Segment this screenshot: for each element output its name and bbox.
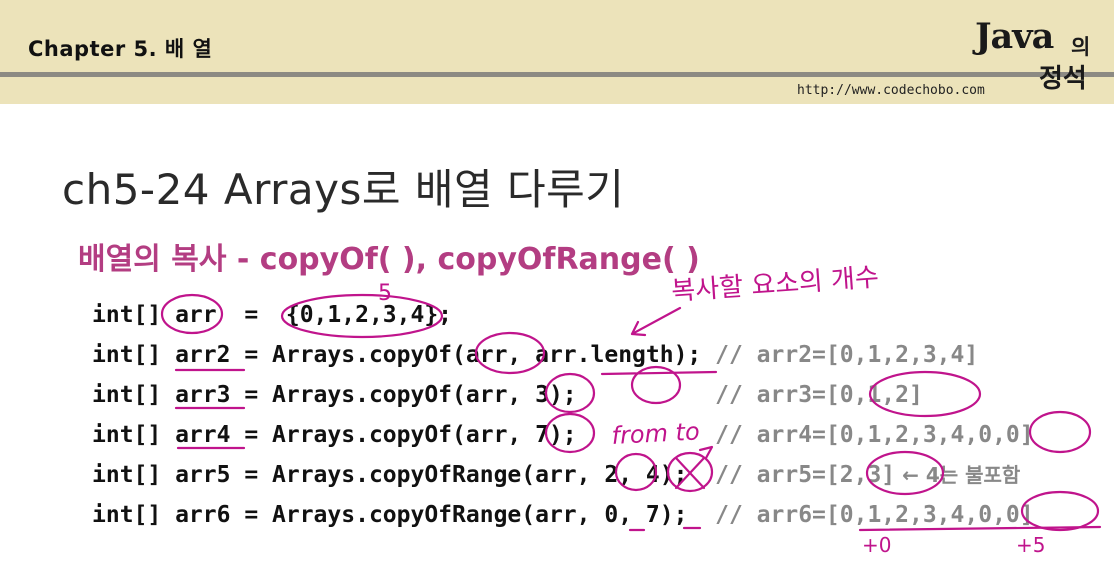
code-line-6: int[] arr6 = Arrays.copyOfRange(arr, 0, …	[92, 496, 1034, 536]
exclusion-note: ← 4는 불포함	[895, 463, 1021, 487]
code-line-1: int[] arr = {0,1,2,3,4};	[92, 296, 1034, 336]
chapter-label: Chapter 5. 배 열	[28, 37, 213, 61]
handwritten-to-mark: +5	[1016, 533, 1045, 557]
handwritten-from-mark: +0	[862, 533, 891, 557]
code-line-4: int[] arr4 = Arrays.copyOf(arr, 7); // a…	[92, 416, 1034, 456]
code-line-2: int[] arr2 = Arrays.copyOf(arr, arr.leng…	[92, 336, 1034, 376]
code-comment: // arr2=[0,1,2,3,4]	[715, 342, 979, 368]
section-subtitle: 배열의 복사 - copyOf( ), copyOfRange( )	[78, 242, 700, 277]
code-line-5: int[] arr5 = Arrays.copyOfRange(arr, 2, …	[92, 456, 1034, 496]
logo-subtitle: 정석	[1039, 64, 1087, 94]
code-text: int[] arr4 = Arrays.copyOf(arr, 7);	[92, 422, 716, 448]
code-text: int[] arr6 = Arrays.copyOfRange(arr, 0, …	[92, 502, 716, 528]
logo-particle: 의	[1071, 35, 1091, 59]
code-line-3: int[] arr3 = Arrays.copyOf(arr, 3); // a…	[92, 376, 1034, 416]
code-comment: // arr6=[0,1,2,3,4,0,0]	[715, 502, 1034, 528]
code-comment: // arr3=[0,1,2]	[715, 382, 923, 408]
slide-header: Chapter 5. 배 열 Java 의 정석 http://www.code…	[0, 0, 1114, 104]
code-text: int[] arr2 = Arrays.copyOf(arr, arr.leng…	[92, 342, 716, 368]
code-text: int[] arr5 = Arrays.copyOfRange(arr, 2, …	[92, 462, 716, 488]
code-comment: // arr4=[0,1,2,3,4,0,0]	[715, 422, 1034, 448]
code-text: int[] arr3 = Arrays.copyOf(arr, 3);	[92, 382, 716, 408]
site-url: http://www.codechobo.com	[797, 83, 985, 98]
code-block: int[] arr = {0,1,2,3,4}; int[] arr2 = Ar…	[92, 296, 1034, 536]
logo-java-text: Java	[975, 16, 1054, 57]
header-divider	[0, 72, 1114, 77]
code-comment: // arr5=[2,3]	[715, 462, 896, 488]
circle-padding-zeros	[1028, 410, 1092, 454]
code-text: int[] arr = {0,1,2,3,4};	[92, 302, 453, 328]
slide-title: ch5-24 Arrays로 배열 다루기	[62, 165, 625, 214]
